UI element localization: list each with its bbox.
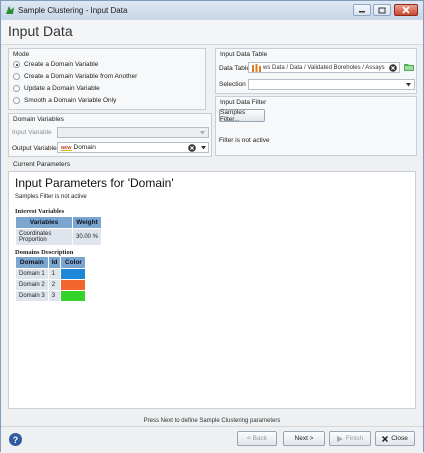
page-header: Input Data bbox=[1, 20, 423, 45]
domain-variables-title: Domain Variables bbox=[13, 116, 64, 123]
minimize-button[interactable] bbox=[353, 4, 371, 16]
selection-label: Selection bbox=[219, 81, 246, 88]
mode-option-label: Update a Domain Variable bbox=[24, 85, 100, 92]
close-window-button[interactable] bbox=[394, 4, 418, 16]
output-variable-select[interactable]: NEW Domain bbox=[57, 142, 209, 153]
domains-description-title: Domains Description bbox=[15, 249, 74, 256]
mode-option-label: Create a Domain Variable bbox=[24, 61, 99, 68]
maximize-icon bbox=[378, 7, 386, 13]
radio-button-checked[interactable] bbox=[13, 61, 20, 68]
input-data-filter-panel: Input Data Filter Samples Filter... Filt… bbox=[215, 96, 417, 156]
input-variable-select[interactable] bbox=[57, 127, 209, 138]
output-variable-label: Output Variable bbox=[12, 145, 57, 152]
footer-hint: Press Next to define Sample Clustering p… bbox=[143, 418, 281, 424]
data-table-label: Data Table bbox=[219, 65, 250, 72]
mode-option-smooth[interactable]: Smooth a Domain Variable Only bbox=[13, 97, 116, 104]
table-cell: 2 bbox=[48, 280, 61, 290]
window-title: Sample Clustering - Input Data bbox=[18, 6, 128, 15]
radio-button[interactable] bbox=[13, 97, 20, 104]
table-icon bbox=[252, 63, 261, 72]
samples-filter-label: Samples Filter... bbox=[220, 108, 246, 123]
table-cell: Domain 3 bbox=[16, 291, 48, 301]
mode-option-create-from-another[interactable]: Create a Domain Variable from Another bbox=[13, 73, 137, 80]
table-cell: Coordinates Proportion bbox=[16, 229, 72, 245]
close-icon bbox=[382, 435, 389, 442]
current-parameters-title: Current Parameters bbox=[13, 161, 71, 168]
back-button[interactable]: < Back bbox=[237, 431, 277, 446]
clear-icon[interactable] bbox=[188, 144, 196, 152]
input-variable-label: Input Variable bbox=[12, 129, 52, 136]
table-cell: 1 bbox=[48, 269, 61, 279]
mode-panel-title: Mode bbox=[13, 51, 30, 58]
back-label: < Back bbox=[246, 435, 268, 442]
table-cell: 3 bbox=[48, 291, 61, 301]
table-cell: 30.00 % bbox=[73, 229, 102, 245]
report-filter-note: Samples Filter is not active bbox=[15, 194, 87, 200]
output-variable-value: Domain bbox=[73, 144, 96, 151]
page-title: Input Data bbox=[8, 23, 73, 39]
domain-variables-panel: Domain Variables Input Variable Output V… bbox=[8, 113, 212, 157]
mode-option-label: Smooth a Domain Variable Only bbox=[24, 97, 117, 104]
close-button[interactable]: Close bbox=[375, 431, 415, 446]
report-heading: Input Parameters for 'Domain' bbox=[15, 176, 174, 190]
radio-button[interactable] bbox=[13, 73, 20, 80]
table-cell: Domain 1 bbox=[16, 269, 48, 279]
close-label: Close bbox=[391, 435, 408, 442]
folder-icon[interactable] bbox=[404, 63, 414, 71]
table-row: Domain 1 1 bbox=[16, 269, 86, 279]
input-data-table-title: Input Data Table bbox=[220, 51, 268, 58]
interest-variables-table: Variables Weight Coordinates Proportion … bbox=[15, 216, 102, 246]
mode-option-create[interactable]: Create a Domain Variable bbox=[13, 61, 98, 68]
radio-button[interactable] bbox=[13, 85, 20, 92]
new-badge: NEW bbox=[61, 144, 72, 151]
table-cell: Domain 2 bbox=[16, 280, 48, 290]
clear-icon[interactable] bbox=[389, 64, 397, 72]
current-parameters-report: Input Parameters for 'Domain' Samples Fi… bbox=[8, 171, 416, 409]
selection-select[interactable] bbox=[248, 79, 415, 90]
table-header: Color bbox=[61, 257, 86, 268]
table-header: Id bbox=[48, 257, 61, 268]
close-icon bbox=[402, 6, 410, 14]
color-swatch bbox=[61, 291, 86, 301]
input-data-table-panel: Input Data Table Data Table ws Data / Da… bbox=[215, 48, 417, 94]
table-header: Weight bbox=[73, 217, 102, 228]
color-swatch bbox=[61, 269, 86, 279]
chevron-down-icon[interactable] bbox=[201, 146, 206, 150]
mode-panel: Mode Create a Domain Variable Create a D… bbox=[8, 48, 206, 110]
finish-label: Finish bbox=[345, 435, 364, 442]
interest-variables-title: Interest Variables bbox=[15, 208, 65, 215]
play-icon bbox=[336, 435, 343, 442]
domains-description-table: Domain Id Color Domain 1 1 Domain 2 2 Do… bbox=[15, 256, 86, 302]
finish-button[interactable]: Finish bbox=[329, 431, 371, 446]
table-header: Variables bbox=[16, 217, 72, 228]
maximize-button[interactable] bbox=[373, 4, 391, 16]
data-table-value: ws Data / Data / Validated Boreholes / A… bbox=[263, 64, 385, 71]
next-button[interactable]: Next > bbox=[283, 431, 325, 446]
chevron-down-icon bbox=[406, 83, 411, 87]
table-row: Domain 2 2 bbox=[16, 280, 86, 290]
filter-status: Filter is not active bbox=[219, 137, 270, 144]
next-label: Next > bbox=[294, 435, 314, 442]
table-row: Domain 3 3 bbox=[16, 291, 86, 301]
app-logo-icon bbox=[6, 6, 14, 14]
app-window: Sample Clustering - Input Data Input Dat… bbox=[0, 0, 424, 453]
table-header: Domain bbox=[16, 257, 48, 268]
samples-filter-button[interactable]: Samples Filter... bbox=[219, 108, 265, 123]
help-icon[interactable]: ? bbox=[9, 433, 22, 446]
chevron-down-icon bbox=[200, 131, 205, 135]
data-table-field[interactable]: ws Data / Data / Validated Boreholes / A… bbox=[248, 62, 400, 73]
minimize-icon bbox=[359, 11, 365, 13]
title-bar: Sample Clustering - Input Data bbox=[1, 1, 423, 21]
mode-option-update[interactable]: Update a Domain Variable bbox=[13, 85, 100, 92]
table-row: Coordinates Proportion 30.00 % bbox=[16, 229, 102, 245]
input-data-filter-title: Input Data Filter bbox=[220, 99, 267, 106]
color-swatch bbox=[61, 280, 86, 290]
mode-option-label: Create a Domain Variable from Another bbox=[24, 73, 138, 80]
